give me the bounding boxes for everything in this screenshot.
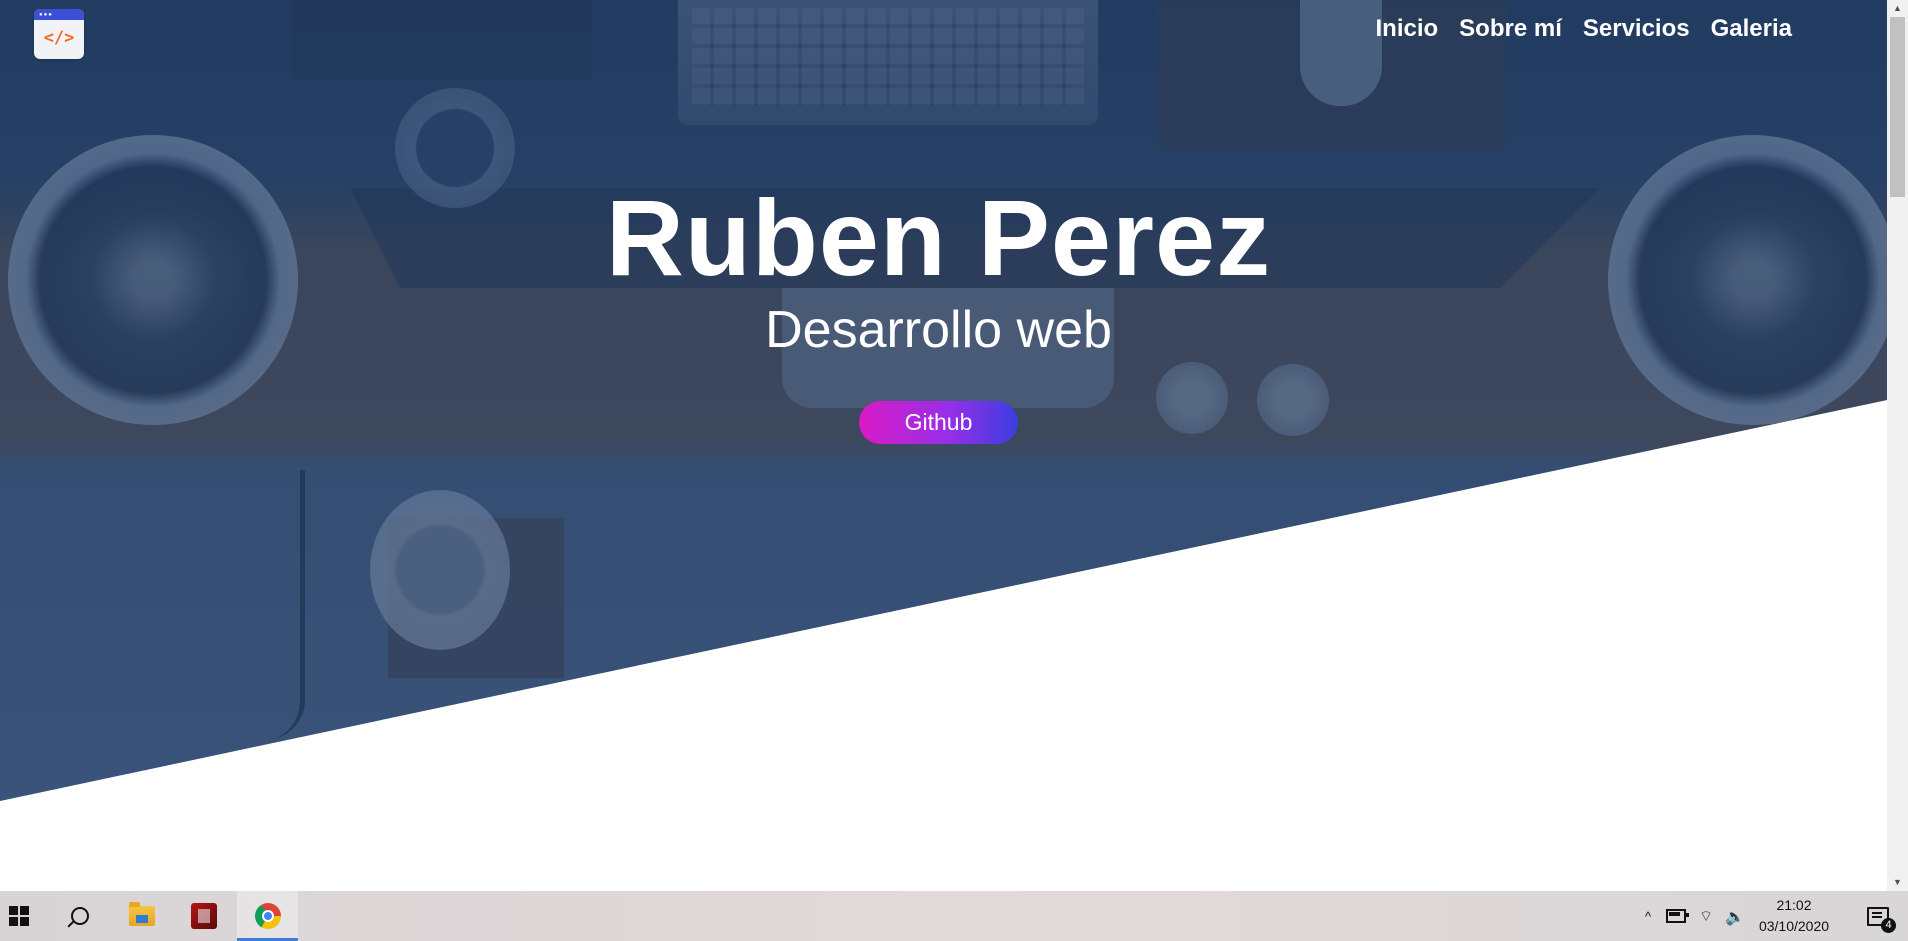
start-button[interactable] <box>0 891 38 941</box>
chrome-icon <box>254 903 281 929</box>
web-page: ●●● </> Inicio Sobre mí Servicios Galeri… <box>0 0 1887 891</box>
logo-window-bar: ●●● <box>34 9 84 20</box>
notification-count-badge: 4 <box>1881 918 1896 933</box>
nav-link-galeria[interactable]: Galeria <box>1711 12 1792 46</box>
browser-viewport: ●●● </> Inicio Sobre mí Servicios Galeri… <box>0 0 1908 891</box>
clock-date: 03/10/2020 <box>1758 918 1830 934</box>
hero-title: Ruben Perez <box>605 177 1272 298</box>
scroll-up-arrow-icon[interactable]: ▲ <box>1887 0 1908 17</box>
hero-overlay <box>0 0 1887 801</box>
hero-subtitle: Desarrollo web <box>765 301 1112 359</box>
hero-section <box>0 0 1887 801</box>
taskbar-clock[interactable]: 21:02 03/10/2020 <box>1752 895 1836 937</box>
taskbar-red-app[interactable] <box>180 891 228 941</box>
taskbar-chrome[interactable] <box>237 891 298 941</box>
volume-icon[interactable]: 🔈 <box>1722 891 1748 941</box>
nav-link-servicios[interactable]: Servicios <box>1583 12 1690 46</box>
scroll-thumb[interactable] <box>1890 17 1905 197</box>
github-button[interactable]: Github <box>859 401 1018 444</box>
windows-taskbar: ^ ⌔ 🔈 21:02 03/10/2020 4 <box>0 891 1908 941</box>
show-hidden-icons-chevron-icon[interactable]: ^ <box>1636 891 1660 941</box>
red-app-icon <box>191 903 217 929</box>
network-icon[interactable]: ⌔ <box>1694 891 1718 941</box>
nav-link-sobre-mi[interactable]: Sobre mí <box>1459 12 1562 46</box>
search-icon <box>71 907 89 925</box>
scroll-down-arrow-icon[interactable]: ▼ <box>1887 874 1908 891</box>
site-logo[interactable]: ●●● </> <box>34 9 84 59</box>
taskbar-file-explorer[interactable] <box>118 891 166 941</box>
code-brackets-icon: </> <box>43 28 75 48</box>
clock-time: 21:02 <box>1776 897 1812 913</box>
action-center-button[interactable]: 4 <box>1854 891 1902 941</box>
main-nav: Inicio Sobre mí Servicios Galeria <box>1376 12 1793 46</box>
windows-icon <box>9 906 29 926</box>
page-scrollbar[interactable]: ▲ ▼ <box>1887 0 1908 891</box>
search-button[interactable] <box>56 891 104 941</box>
battery-icon[interactable] <box>1663 891 1689 941</box>
logo-dots: ●●● <box>39 12 53 18</box>
nav-link-inicio[interactable]: Inicio <box>1376 12 1439 46</box>
file-explorer-icon <box>129 902 155 926</box>
